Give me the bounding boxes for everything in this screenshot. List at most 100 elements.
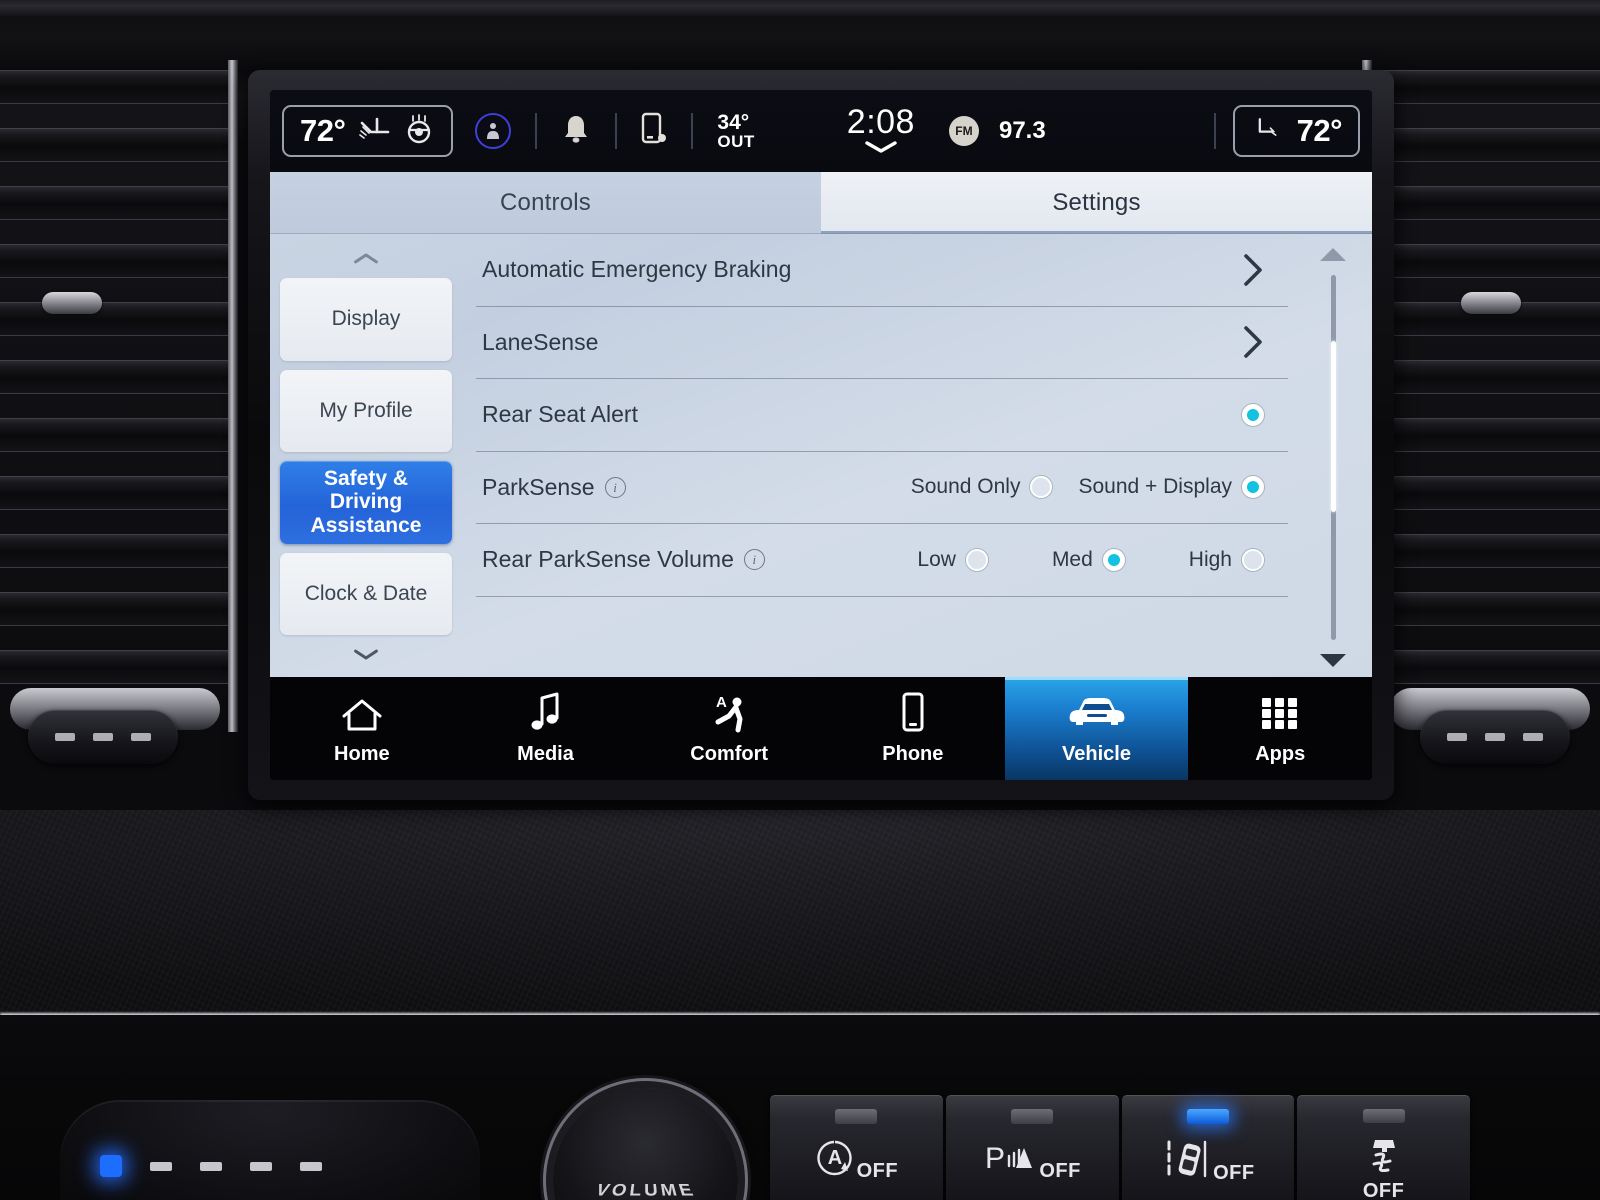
parksense-option-sound-only[interactable]: Sound Only: [911, 475, 1053, 499]
radio-band-badge: FM: [948, 116, 979, 146]
nav-label: Media: [517, 742, 574, 765]
tab-settings[interactable]: Settings: [821, 172, 1372, 234]
passenger-temp-value: 72°: [1296, 113, 1343, 148]
outside-temp-label: OUT: [717, 132, 755, 151]
info-icon[interactable]: i: [743, 549, 765, 571]
indicator-segment: [200, 1161, 222, 1171]
traction-control-icon: [1362, 1137, 1406, 1178]
nav-item-phone[interactable]: Phone: [821, 677, 1005, 780]
radio-button[interactable]: [965, 548, 988, 571]
chevron-down-icon: [864, 140, 898, 159]
parksense-icon: P: [983, 1138, 1037, 1183]
sidebar-scroll-up-button[interactable]: [280, 238, 452, 278]
button-face: A OFF: [815, 1138, 899, 1183]
setting-row-rear-parksense-volume[interactable]: Rear ParkSense Volume i Low Med High: [476, 524, 1288, 597]
lane-departure-button[interactable]: OFF: [1121, 1095, 1295, 1200]
chevron-down-icon: [353, 648, 379, 662]
nav-item-vehicle[interactable]: Vehicle: [1004, 677, 1189, 780]
scrollbar-track[interactable]: [1330, 275, 1336, 640]
button-face: P OFF: [983, 1138, 1081, 1183]
indicator-segment: [250, 1161, 272, 1171]
heated-steering-wheel-icon[interactable]: [403, 113, 435, 149]
tab-bar: Controls Settings: [270, 172, 1372, 234]
outside-temp-value: 34°: [717, 111, 750, 134]
auto-start-stop-button[interactable]: A OFF: [770, 1095, 943, 1200]
setting-row-rear-seat-alert[interactable]: Rear Seat Alert: [476, 379, 1288, 452]
tab-controls[interactable]: Controls: [270, 172, 821, 234]
air-vent-left[interactable]: [0, 70, 235, 720]
settings-app: Controls Settings Display My Profile Saf…: [270, 172, 1372, 677]
vent-slider-right[interactable]: [1461, 292, 1521, 314]
list-scrollbar[interactable]: [1294, 234, 1372, 677]
status-divider: [1213, 113, 1216, 149]
grid-apps-icon: [1258, 692, 1302, 734]
phone-connection-button[interactable]: [641, 112, 667, 151]
setting-label: LaneSense: [482, 328, 599, 355]
setting-label: Rear ParkSense Volume: [482, 546, 734, 573]
button-led: [1186, 1109, 1229, 1124]
passenger-seat-icon[interactable]: [1251, 114, 1281, 149]
nav-item-home[interactable]: Home: [270, 677, 454, 780]
driver-temp-control[interactable]: 72°: [282, 105, 454, 157]
vent-control-knob-right[interactable]: [1420, 710, 1570, 764]
svg-text:A: A: [827, 1147, 841, 1169]
cluster-indicator-lights: [100, 1155, 322, 1177]
radio-status[interactable]: FM 97.3: [948, 116, 1046, 146]
scrollbar-thumb[interactable]: [1330, 340, 1336, 513]
radio-button[interactable]: [1242, 548, 1264, 571]
chevron-right-icon[interactable]: [1242, 253, 1264, 287]
driver-profile-icon: [475, 113, 512, 149]
triangle-up-icon[interactable]: [1320, 248, 1346, 261]
option-label: Med: [1051, 547, 1093, 571]
passenger-temp-control[interactable]: 72°: [1232, 105, 1360, 157]
indicator-segment: [300, 1161, 322, 1171]
parksense-option-sound-display[interactable]: Sound + Display: [1078, 475, 1264, 499]
setting-row-automatic-emergency-braking[interactable]: Automatic Emergency Braking: [476, 234, 1288, 307]
dash-upper-trim: [0, 0, 1600, 16]
volume-option-low[interactable]: Low: [917, 548, 988, 572]
button-state-label: OFF: [1213, 1162, 1255, 1184]
sidebar-item-safety-driving-assistance[interactable]: Safety & Driving Assistance: [280, 461, 452, 544]
bottom-navigation-bar: Home Media A Comfort Phone Vehicle Apps: [270, 677, 1372, 780]
volume-option-high[interactable]: High: [1189, 548, 1264, 572]
knob-dash: [1523, 733, 1543, 741]
vent-trim-left: [228, 60, 238, 732]
driver-temp-value: 72°: [300, 113, 346, 148]
driver-profile-button[interactable]: [475, 113, 512, 149]
heated-seat-icon[interactable]: [357, 114, 391, 149]
radio-button[interactable]: [1242, 476, 1264, 499]
sidebar-item-display[interactable]: Display: [280, 278, 452, 361]
physical-button-strip: A OFF P OFF OFF OFF: [770, 1095, 1470, 1200]
button-state-label: OFF: [1362, 1180, 1405, 1200]
nav-label: Home: [334, 742, 390, 765]
indicator-segment: [150, 1161, 172, 1171]
infotainment-screen[interactable]: 72° 34° OUT 2:08 FM 97.3 72° Controls Se…: [270, 90, 1372, 780]
knob-dash: [131, 733, 151, 741]
radio-button[interactable]: [1102, 548, 1125, 571]
triangle-down-icon[interactable]: [1320, 654, 1346, 667]
sidebar-item-my-profile[interactable]: My Profile: [280, 369, 452, 452]
rear-seat-alert-toggle[interactable]: [1242, 403, 1264, 426]
high-beam-indicator-led: [100, 1155, 122, 1177]
nav-item-comfort[interactable]: A Comfort: [637, 677, 821, 780]
notifications-button[interactable]: [561, 113, 591, 150]
vent-slider-left[interactable]: [42, 292, 102, 314]
setting-row-parksense[interactable]: ParkSense i Sound Only Sound + Display: [476, 452, 1288, 524]
parksense-button[interactable]: P OFF: [945, 1095, 1119, 1200]
clock-button[interactable]: 2:08: [847, 103, 915, 159]
status-divider: [535, 113, 538, 149]
vent-control-knob-left[interactable]: [28, 710, 178, 764]
nav-item-apps[interactable]: Apps: [1188, 677, 1372, 780]
traction-control-button[interactable]: OFF: [1297, 1095, 1470, 1200]
sidebar-items: Display My Profile Safety & Driving Assi…: [280, 278, 452, 635]
sidebar-scroll-down-button[interactable]: [280, 635, 452, 675]
setting-row-lanesense[interactable]: LaneSense: [476, 307, 1288, 379]
chevron-right-icon[interactable]: [1242, 325, 1264, 359]
radio-button[interactable]: [1030, 476, 1053, 499]
air-vent-right[interactable]: [1365, 70, 1600, 720]
sidebar-item-clock-date[interactable]: Clock & Date: [280, 552, 452, 635]
volume-option-med[interactable]: Med: [1052, 548, 1125, 572]
info-icon[interactable]: i: [604, 476, 626, 498]
nav-item-media[interactable]: Media: [454, 677, 638, 780]
vent-louvers-left: [0, 70, 235, 720]
